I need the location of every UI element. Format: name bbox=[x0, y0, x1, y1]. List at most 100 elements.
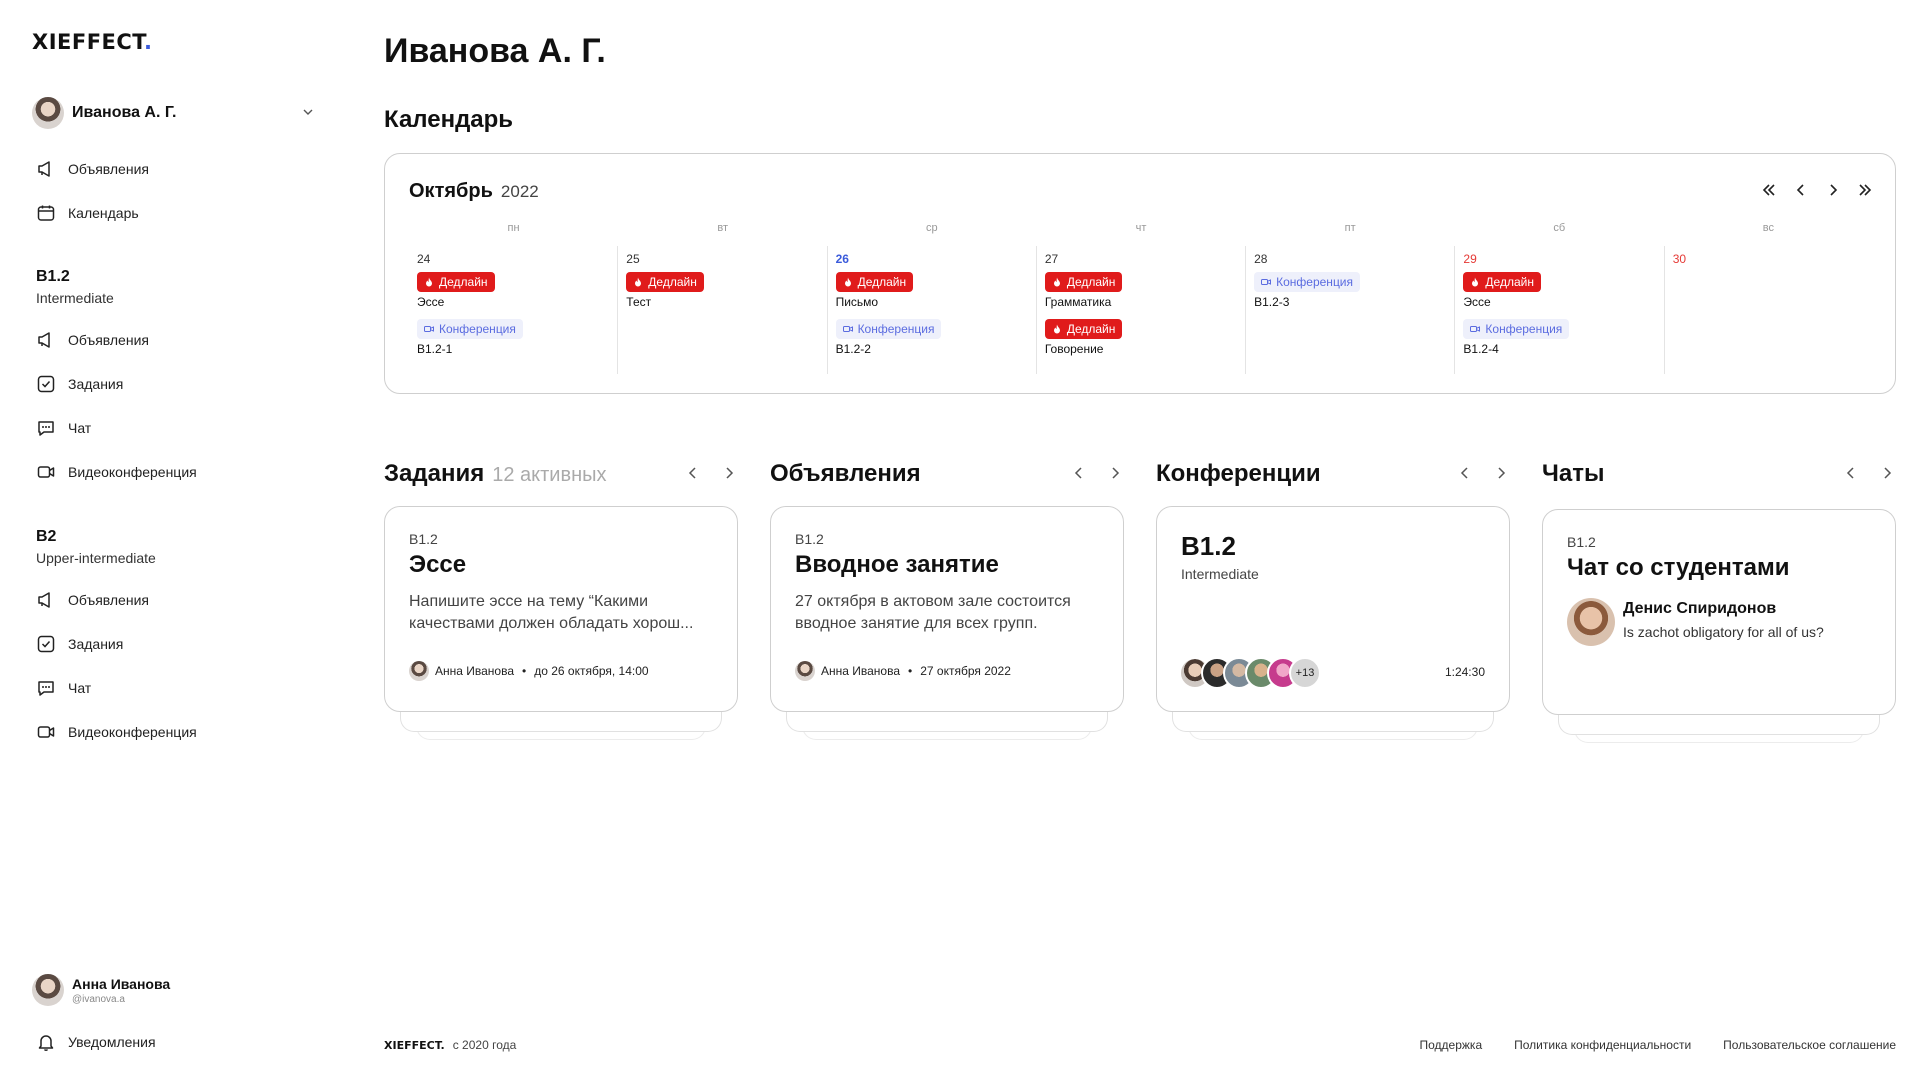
calendar-day[interactable]: 25 Дедлайн Тест bbox=[618, 246, 828, 374]
widget-arrows bbox=[1072, 466, 1122, 480]
sidebar-item-label: Чат bbox=[68, 420, 92, 436]
double-chevron-right-icon[interactable] bbox=[1855, 180, 1875, 200]
calendar-days: 24 Дедлайн Эссе Конференция B1.2-1 25 Дедлайн Т… bbox=[409, 246, 1873, 374]
card-title: B1.2 bbox=[1181, 531, 1236, 561]
chat-icon bbox=[38, 421, 54, 436]
bell-icon bbox=[38, 1035, 54, 1052]
day-number: 27 bbox=[1044, 252, 1059, 266]
calendar-navigation bbox=[1759, 180, 1875, 200]
stack-layer bbox=[1172, 712, 1494, 732]
sidebar-item-announcements[interactable]: Объявления bbox=[36, 328, 149, 352]
weekday-label: ср bbox=[926, 222, 938, 234]
megaphone-icon bbox=[38, 332, 50, 348]
more-participants-count: +13 bbox=[1289, 657, 1321, 689]
chevron-left-icon[interactable] bbox=[1844, 466, 1858, 480]
announcement-card[interactable]: B1.2 Вводное занятие 27 октября в актово… bbox=[770, 506, 1124, 712]
chevron-left-icon[interactable] bbox=[686, 466, 700, 480]
sidebar-item-video-conference[interactable]: Видеоконференция bbox=[36, 720, 197, 744]
card-meta: Анна Иванова • до 26 октября, 14:00 bbox=[409, 661, 713, 681]
chevron-right-icon[interactable] bbox=[1823, 180, 1843, 200]
task-card[interactable]: B1.2 Эссе Напишите эссе на тему “Какими … bbox=[384, 506, 738, 712]
calendar-day[interactable]: 30 bbox=[1665, 246, 1873, 374]
conference-badge: Конференция bbox=[1254, 272, 1361, 292]
event-label: Письмо bbox=[835, 295, 879, 309]
sidebar-item-label: Объявления bbox=[68, 332, 149, 348]
sidebar-item-announcements[interactable]: Объявления bbox=[36, 157, 149, 181]
megaphone-icon bbox=[38, 592, 50, 608]
chevron-down-icon[interactable] bbox=[302, 106, 314, 118]
chevron-right-icon[interactable] bbox=[722, 466, 736, 480]
user-name: Иванова А. Г. bbox=[72, 104, 177, 121]
author-name: Анна Иванова bbox=[821, 664, 901, 678]
sidebar-item-video-conference[interactable]: Видеоконференция bbox=[36, 460, 197, 484]
chat-card[interactable]: B1.2 Чат со студентами Денис Спиридонов … bbox=[1542, 509, 1896, 715]
deadline-event[interactable]: Дедлайн Эссе bbox=[1463, 272, 1663, 309]
weekday-label: вт bbox=[717, 222, 729, 234]
calendar-day[interactable]: 26 Дедлайн Письмо Конференция B1.2-2 bbox=[828, 246, 1037, 374]
conference-event[interactable]: Конференция B1.2-4 bbox=[1463, 319, 1663, 356]
card-description: Напишите эссе на тему “Какими качествами… bbox=[409, 593, 694, 632]
flame-icon bbox=[1472, 277, 1479, 287]
calendar-day[interactable]: 27 Дедлайн Грамматика Дедлайн Говорение bbox=[1037, 246, 1247, 374]
widget-arrows bbox=[686, 466, 736, 480]
sidebar-item-chat[interactable]: Чат bbox=[36, 416, 91, 440]
deadline-badge: Дедлайн bbox=[1044, 272, 1123, 292]
deadline-event[interactable]: Дедлайн Грамматика bbox=[1044, 272, 1245, 309]
user-profile-switcher[interactable]: Иванова А. Г. bbox=[32, 96, 324, 130]
weekday-label: чт bbox=[1135, 222, 1147, 234]
avatar bbox=[1567, 598, 1615, 646]
footer-link-terms[interactable]: Пользовательское соглашение bbox=[1723, 1038, 1896, 1052]
sidebar-item-calendar[interactable]: Календарь bbox=[36, 201, 139, 225]
deadline-badge: Дедлайн bbox=[1044, 319, 1123, 339]
weekday-label: вс bbox=[1762, 222, 1775, 234]
sidebar-item-chat[interactable]: Чат bbox=[36, 676, 91, 700]
tasks-card-stack: B1.2 Эссе Напишите эссе на тему “Какими … bbox=[384, 506, 738, 740]
sidebar-item-notifications[interactable]: Уведомления bbox=[36, 1030, 156, 1054]
footer-logo: XIEFFECT. bbox=[384, 1038, 445, 1052]
widget-title: Конференции bbox=[1156, 460, 1321, 487]
event-label: Эссе bbox=[417, 295, 445, 309]
author-name: Анна Иванова bbox=[435, 664, 515, 678]
sidebar-item-tasks[interactable]: Задания bbox=[36, 632, 123, 656]
widget-arrows bbox=[1458, 466, 1508, 480]
footer-links: Поддержка Политика конфиденциальности По… bbox=[1420, 1038, 1896, 1052]
footer-link-privacy[interactable]: Политика конфиденциальности bbox=[1514, 1038, 1691, 1052]
chevron-right-icon[interactable] bbox=[1880, 466, 1894, 480]
conference-event[interactable]: Конференция B1.2-2 bbox=[835, 319, 1036, 356]
avatar bbox=[409, 661, 429, 681]
bottom-user-profile[interactable]: Анна Иванова @ivanova.a bbox=[32, 974, 170, 1006]
deadline-event[interactable]: Дедлайн Говорение bbox=[1044, 319, 1245, 356]
deadline-event[interactable]: Дедлайн Тест bbox=[626, 272, 826, 309]
sidebar-item-announcements[interactable]: Объявления bbox=[36, 588, 149, 612]
meta-separator: • bbox=[522, 664, 527, 678]
active-count: 12 активных bbox=[492, 464, 607, 486]
chevron-left-icon[interactable] bbox=[1458, 466, 1472, 480]
participants-avatars: +13 bbox=[1179, 657, 1321, 689]
avatar bbox=[32, 974, 64, 1006]
chevron-left-icon[interactable] bbox=[1791, 180, 1811, 200]
calendar-day[interactable]: 24 Дедлайн Эссе Конференция B1.2-1 bbox=[409, 246, 619, 374]
calendar-day[interactable]: 29 Дедлайн Эссе Конференция B1.2-4 bbox=[1455, 246, 1665, 374]
flame-icon bbox=[844, 277, 851, 287]
deadline-event[interactable]: Дедлайн Письмо bbox=[835, 272, 1036, 309]
double-chevron-left-icon[interactable] bbox=[1759, 180, 1779, 200]
task-check-icon bbox=[37, 375, 55, 393]
conference-event[interactable]: Конференция B1.2-1 bbox=[417, 319, 617, 356]
footer-link-support[interactable]: Поддержка bbox=[1420, 1038, 1483, 1052]
chevron-right-icon[interactable] bbox=[1108, 466, 1122, 480]
conference-card[interactable]: B1.2 Intermediate +13 1:24:30 bbox=[1156, 506, 1510, 712]
sender-name: Денис Спиридонов bbox=[1623, 600, 1777, 617]
day-number: 26 bbox=[835, 252, 849, 266]
conference-event[interactable]: Конференция B1.2-3 bbox=[1254, 272, 1454, 309]
conference-badge: Конференция bbox=[835, 319, 942, 339]
chats-widget-header: Чаты bbox=[1542, 460, 1896, 490]
deadline-event[interactable]: Дедлайн Эссе bbox=[417, 272, 617, 309]
weekday-label: пн bbox=[507, 222, 520, 234]
chevron-right-icon[interactable] bbox=[1494, 466, 1508, 480]
calendar-day[interactable]: 28 Конференция B1.2-3 bbox=[1246, 246, 1456, 374]
badge-label: Дедлайн bbox=[648, 275, 697, 289]
logo[interactable]: XIEFFECT. bbox=[32, 30, 152, 54]
sidebar-item-tasks[interactable]: Задания bbox=[36, 372, 123, 396]
conferences-card-stack: B1.2 Intermediate +13 1:24:30 bbox=[1156, 506, 1510, 740]
chevron-left-icon[interactable] bbox=[1072, 466, 1086, 480]
